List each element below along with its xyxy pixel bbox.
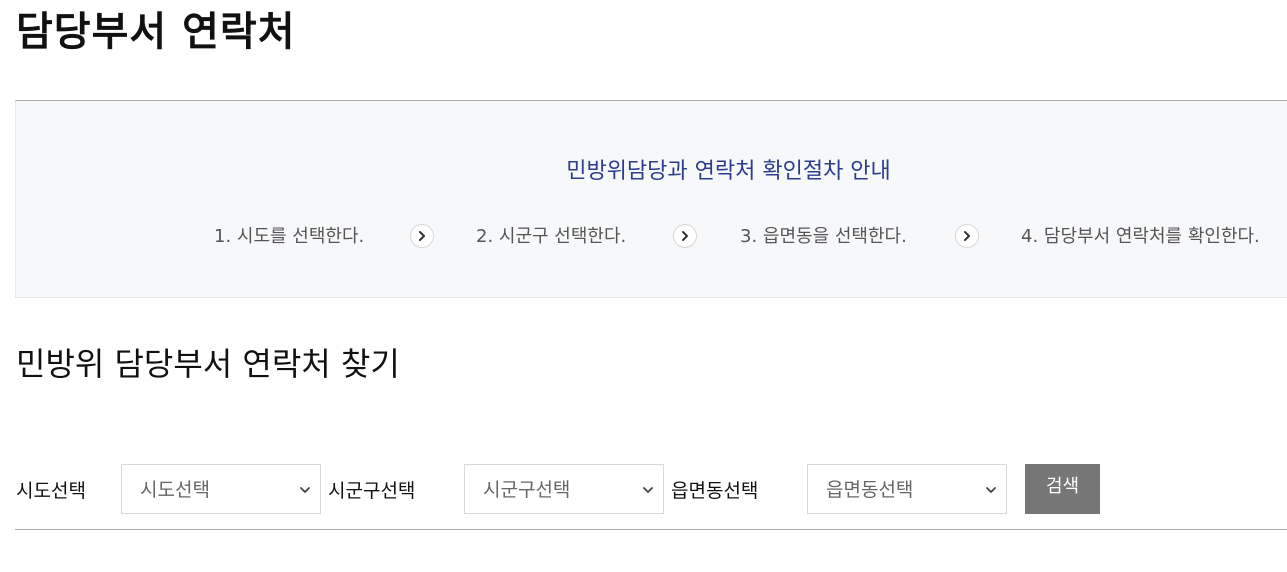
page-title: 담당부서 연락처 — [16, 9, 296, 55]
chevron-down-icon — [643, 487, 653, 493]
eupmyeondong-select[interactable]: 읍면동선택 — [807, 464, 1007, 514]
chevron-down-icon — [986, 487, 996, 493]
search-button[interactable]: 검색 — [1025, 464, 1100, 514]
guide-step-1: 1. 시도를 선택한다. — [214, 226, 365, 247]
guide-step-2: 2. 시군구 선택한다. — [476, 226, 627, 247]
eupmyeondong-label: 읍면동선택 — [671, 480, 759, 502]
guide-step-4: 4. 담당부서 연락처를 확인한다. — [1021, 226, 1260, 247]
contact-guide-box: 민방위담당과 연락처 확인절차 안내 1. 시도를 선택한다. 2. 시군구 선… — [15, 100, 1287, 298]
eupmyeondong-select-value: 읍면동선택 — [826, 479, 914, 501]
search-section-title: 민방위 담당부서 연락처 찾기 — [16, 345, 400, 383]
sigungu-select-value: 시군구선택 — [483, 479, 571, 501]
chevron-down-icon — [300, 487, 310, 493]
guide-title: 민방위담당과 연락처 확인절차 안내 — [566, 159, 891, 184]
sido-select-value: 시도선택 — [140, 479, 210, 501]
sido-label: 시도선택 — [16, 480, 86, 502]
chevron-right-icon — [410, 224, 434, 248]
sido-select[interactable]: 시도선택 — [121, 464, 321, 514]
sigungu-select[interactable]: 시군구선택 — [464, 464, 664, 514]
guide-step-3: 3. 읍면동을 선택한다. — [740, 226, 907, 247]
chevron-right-icon — [673, 224, 697, 248]
divider — [15, 529, 1287, 530]
chevron-right-icon — [955, 224, 979, 248]
page-container: 담당부서 연락처 민방위담당과 연락처 확인절차 안내 1. 시도를 선택한다.… — [0, 0, 1287, 572]
sigungu-label: 시군구선택 — [328, 480, 416, 502]
